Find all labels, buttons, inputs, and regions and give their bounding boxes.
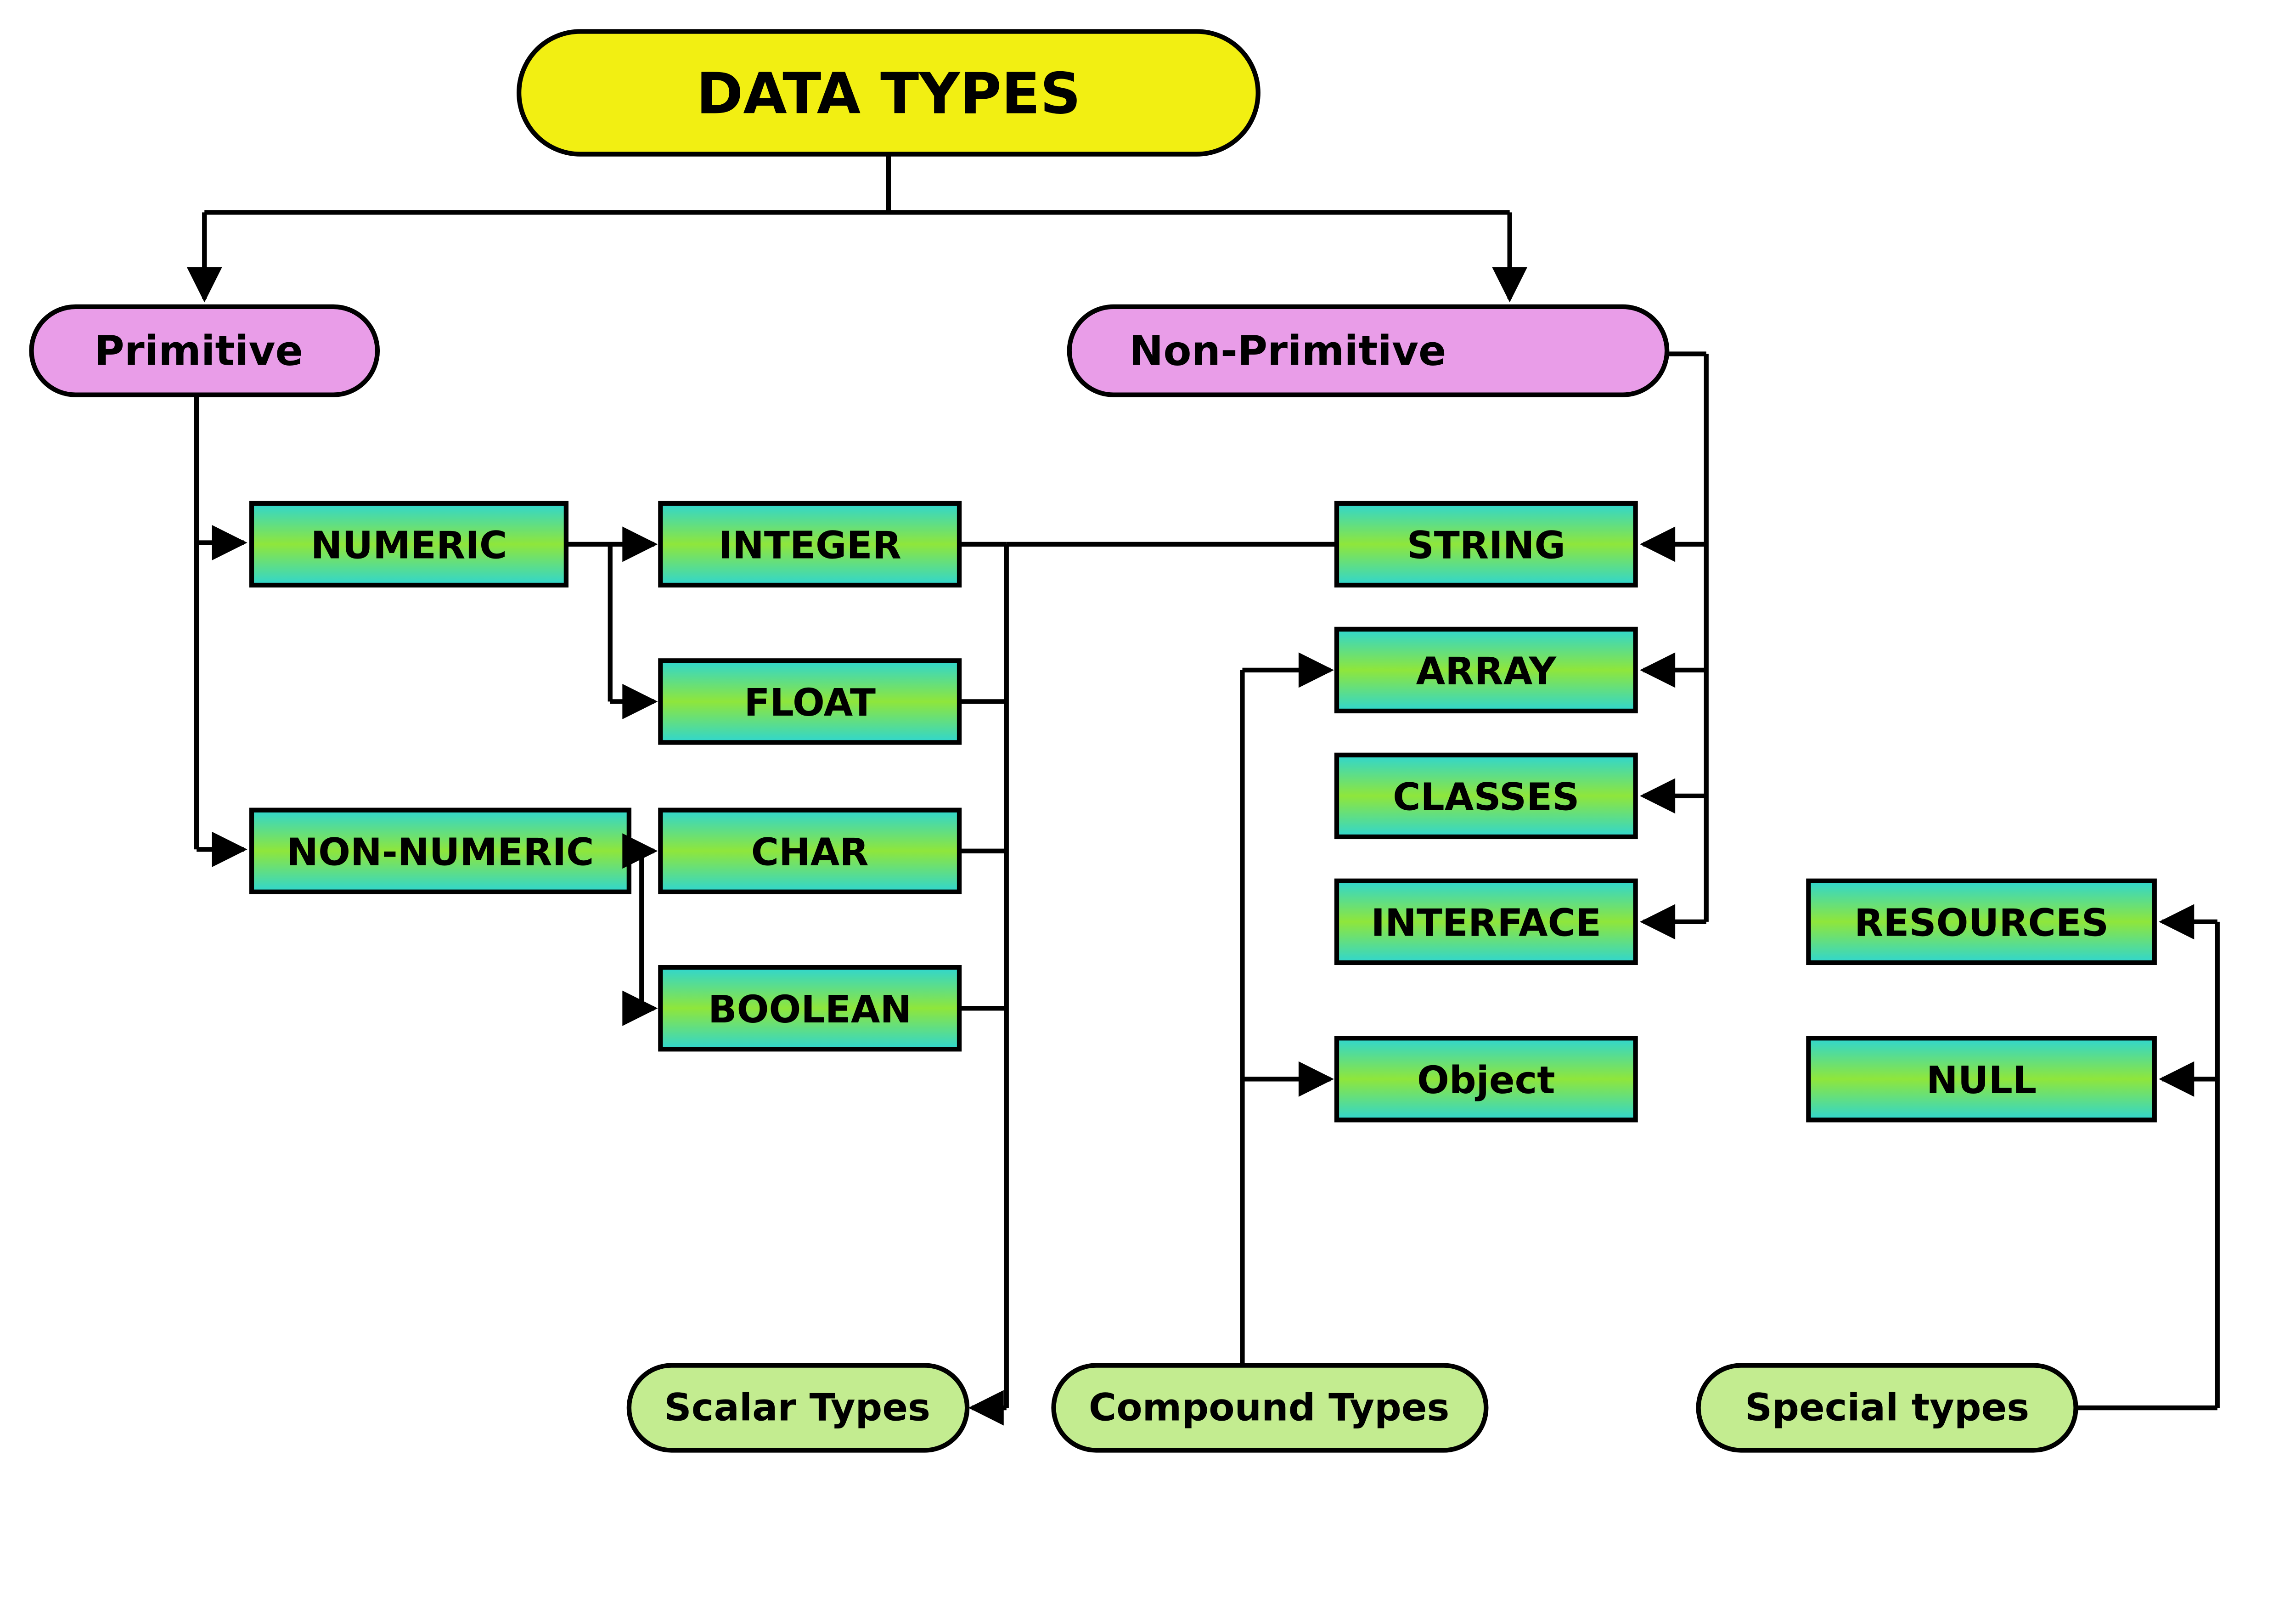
numeric-node: NUMERIC (252, 503, 566, 585)
char-node: CHAR (660, 810, 959, 892)
string-node: STRING (1337, 503, 1636, 585)
scalar-types-node: Scalar Types (629, 1366, 967, 1451)
non-numeric-label: NON-NUMERIC (287, 831, 594, 875)
compound-types-node: Compound Types (1054, 1366, 1486, 1451)
primitive-node: Primitive (32, 307, 377, 395)
resources-node: RESOURCES (1808, 881, 2154, 963)
classes-label: CLASSES (1393, 776, 1579, 819)
primitive-label: Primitive (94, 327, 303, 375)
scalar-types-label: Scalar Types (664, 1386, 931, 1429)
root-node: DATA TYPES (519, 31, 1258, 154)
numeric-label: NUMERIC (311, 524, 507, 568)
interface-node: INTERFACE (1337, 881, 1636, 963)
array-label: ARRAY (1416, 650, 1557, 694)
object-node: Object (1337, 1038, 1636, 1120)
interface-label: INTERFACE (1371, 902, 1601, 945)
float-node: FLOAT (660, 660, 959, 742)
resources-label: RESOURCES (1854, 902, 2109, 945)
float-label: FLOAT (744, 681, 876, 725)
classes-node: CLASSES (1337, 755, 1636, 837)
boolean-label: BOOLEAN (708, 988, 912, 1032)
null-node: NULL (1808, 1038, 2154, 1120)
null-label: NULL (1926, 1059, 2037, 1102)
special-types-node: Special types (1699, 1366, 2076, 1451)
non-numeric-node: NON-NUMERIC (252, 810, 629, 892)
string-label: STRING (1407, 524, 1565, 568)
non-primitive-node: Non-Primitive (1069, 307, 1667, 395)
data-types-diagram: DATA TYPES Primitive Non-Primitive NUMER… (0, 0, 2296, 1510)
integer-node: INTEGER (660, 503, 959, 585)
integer-label: INTEGER (718, 524, 901, 568)
non-primitive-label: Non-Primitive (1129, 327, 1446, 375)
char-label: CHAR (751, 831, 869, 875)
object-label: Object (1417, 1059, 1555, 1102)
boolean-node: BOOLEAN (660, 967, 959, 1049)
array-node: ARRAY (1337, 629, 1636, 711)
special-types-label: Special types (1745, 1386, 2029, 1429)
root-label: DATA TYPES (696, 62, 1081, 127)
compound-types-label: Compound Types (1089, 1386, 1450, 1429)
